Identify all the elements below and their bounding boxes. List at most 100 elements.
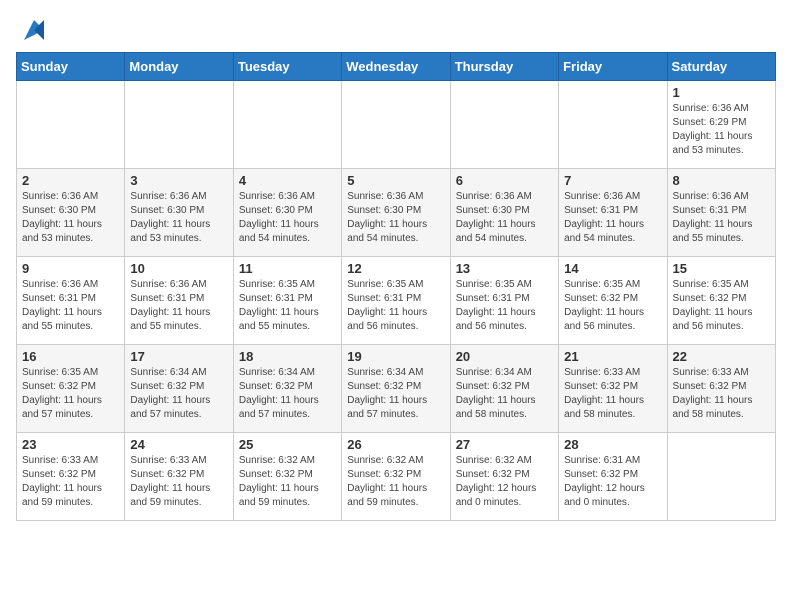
calendar-cell: 9 Sunrise: 6:36 AMSunset: 6:31 PMDaylight… xyxy=(17,257,125,345)
calendar-cell: 19 Sunrise: 6:34 AMSunset: 6:32 PMDayligh… xyxy=(342,345,450,433)
day-info: Sunrise: 6:32 AMSunset: 6:32 PMDaylight:… xyxy=(456,454,553,510)
weekday-friday: Friday xyxy=(559,53,667,81)
day-number: 5 xyxy=(347,173,444,188)
week-row-4: 16Sunrise: 6:35 AMSunset: 6:32 PMDayligh… xyxy=(17,345,776,433)
day-number: 11 xyxy=(239,261,336,276)
day-info: Sunrise: 6:36 AMSunset: 6:31 PMDaylight:… xyxy=(564,190,661,246)
day-number: 26 xyxy=(347,437,444,452)
day-info: Sunrise: 6:34 AMSunset: 6:32 PMDaylight:… xyxy=(239,366,336,422)
calendar-cell xyxy=(667,433,775,521)
day-info: Sunrise: 6:35 AMSunset: 6:31 PMDaylight:… xyxy=(239,278,336,334)
day-number: 25 xyxy=(239,437,336,452)
day-info: Sunrise: 6:36 AMSunset: 6:30 PMDaylight:… xyxy=(239,190,336,246)
day-number: 10 xyxy=(130,261,227,276)
day-number: 23 xyxy=(22,437,119,452)
day-number: 8 xyxy=(673,173,770,188)
week-row-3: 9 Sunrise: 6:36 AMSunset: 6:31 PMDaylight… xyxy=(17,257,776,345)
day-info: Sunrise: 6:36 AMSunset: 6:29 PMDaylight:… xyxy=(673,102,770,158)
calendar-cell xyxy=(342,81,450,169)
day-number: 15 xyxy=(673,261,770,276)
day-number: 28 xyxy=(564,437,661,452)
calendar-cell: 4 Sunrise: 6:36 AMSunset: 6:30 PMDaylight… xyxy=(233,169,341,257)
day-info: Sunrise: 6:35 AMSunset: 6:32 PMDaylight:… xyxy=(22,366,119,422)
weekday-saturday: Saturday xyxy=(667,53,775,81)
calendar-cell: 10 Sunrise: 6:36 AMSunset: 6:31 PMDayligh… xyxy=(125,257,233,345)
calendar-cell: 20Sunrise: 6:34 AMSunset: 6:32 PMDayligh… xyxy=(450,345,558,433)
day-info: Sunrise: 6:36 AMSunset: 6:30 PMDaylight:… xyxy=(347,190,444,246)
day-number: 18 xyxy=(239,349,336,364)
day-number: 19 xyxy=(347,349,444,364)
calendar-cell: 22 Sunrise: 6:33 AMSunset: 6:32 PMDayligh… xyxy=(667,345,775,433)
day-number: 3 xyxy=(130,173,227,188)
weekday-header-row: SundayMondayTuesdayWednesdayThursdayFrid… xyxy=(17,53,776,81)
day-info: Sunrise: 6:32 AMSunset: 6:32 PMDaylight:… xyxy=(239,454,336,510)
day-info: Sunrise: 6:32 AMSunset: 6:32 PMDaylight:… xyxy=(347,454,444,510)
day-number: 20 xyxy=(456,349,553,364)
calendar-cell: 24 Sunrise: 6:33 AMSunset: 6:32 PMDayligh… xyxy=(125,433,233,521)
day-info: Sunrise: 6:36 AMSunset: 6:31 PMDaylight:… xyxy=(130,278,227,334)
weekday-monday: Monday xyxy=(125,53,233,81)
day-number: 9 xyxy=(22,261,119,276)
logo-icon xyxy=(20,16,48,44)
day-info: Sunrise: 6:36 AMSunset: 6:30 PMDaylight:… xyxy=(456,190,553,246)
calendar-cell: 7 Sunrise: 6:36 AMSunset: 6:31 PMDaylight… xyxy=(559,169,667,257)
header xyxy=(16,16,776,44)
calendar-cell: 16Sunrise: 6:35 AMSunset: 6:32 PMDayligh… xyxy=(17,345,125,433)
weekday-sunday: Sunday xyxy=(17,53,125,81)
day-number: 2 xyxy=(22,173,119,188)
day-info: Sunrise: 6:34 AMSunset: 6:32 PMDaylight:… xyxy=(347,366,444,422)
week-row-1: 1 Sunrise: 6:36 AMSunset: 6:29 PMDaylight… xyxy=(17,81,776,169)
day-number: 27 xyxy=(456,437,553,452)
calendar-cell: 27 Sunrise: 6:32 AMSunset: 6:32 PMDayligh… xyxy=(450,433,558,521)
day-info: Sunrise: 6:35 AMSunset: 6:32 PMDaylight:… xyxy=(564,278,661,334)
calendar-cell: 25 Sunrise: 6:32 AMSunset: 6:32 PMDayligh… xyxy=(233,433,341,521)
calendar-cell: 1 Sunrise: 6:36 AMSunset: 6:29 PMDaylight… xyxy=(667,81,775,169)
weekday-tuesday: Tuesday xyxy=(233,53,341,81)
calendar-cell: 11 Sunrise: 6:35 AMSunset: 6:31 PMDayligh… xyxy=(233,257,341,345)
day-info: Sunrise: 6:33 AMSunset: 6:32 PMDaylight:… xyxy=(564,366,661,422)
calendar-cell xyxy=(125,81,233,169)
calendar-cell: 15 Sunrise: 6:35 AMSunset: 6:32 PMDayligh… xyxy=(667,257,775,345)
day-info: Sunrise: 6:31 AMSunset: 6:32 PMDaylight:… xyxy=(564,454,661,510)
day-info: Sunrise: 6:33 AMSunset: 6:32 PMDaylight:… xyxy=(130,454,227,510)
calendar-cell: 13 Sunrise: 6:35 AMSunset: 6:31 PMDayligh… xyxy=(450,257,558,345)
day-info: Sunrise: 6:33 AMSunset: 6:32 PMDaylight:… xyxy=(673,366,770,422)
day-number: 22 xyxy=(673,349,770,364)
weekday-thursday: Thursday xyxy=(450,53,558,81)
day-info: Sunrise: 6:34 AMSunset: 6:32 PMDaylight:… xyxy=(130,366,227,422)
week-row-5: 23 Sunrise: 6:33 AMSunset: 6:32 PMDayligh… xyxy=(17,433,776,521)
weekday-wednesday: Wednesday xyxy=(342,53,450,81)
day-number: 6 xyxy=(456,173,553,188)
day-number: 7 xyxy=(564,173,661,188)
calendar-cell xyxy=(450,81,558,169)
calendar-cell: 3Sunrise: 6:36 AMSunset: 6:30 PMDaylight… xyxy=(125,169,233,257)
calendar-cell: 6 Sunrise: 6:36 AMSunset: 6:30 PMDaylight… xyxy=(450,169,558,257)
calendar-page: SundayMondayTuesdayWednesdayThursdayFrid… xyxy=(0,0,792,537)
day-info: Sunrise: 6:36 AMSunset: 6:31 PMDaylight:… xyxy=(673,190,770,246)
calendar-cell xyxy=(233,81,341,169)
calendar-cell: 28 Sunrise: 6:31 AMSunset: 6:32 PMDayligh… xyxy=(559,433,667,521)
day-number: 14 xyxy=(564,261,661,276)
day-info: Sunrise: 6:35 AMSunset: 6:31 PMDaylight:… xyxy=(347,278,444,334)
calendar-cell: 5 Sunrise: 6:36 AMSunset: 6:30 PMDaylight… xyxy=(342,169,450,257)
calendar-cell: 2 Sunrise: 6:36 AMSunset: 6:30 PMDaylight… xyxy=(17,169,125,257)
calendar-cell xyxy=(559,81,667,169)
calendar-cell: 17 Sunrise: 6:34 AMSunset: 6:32 PMDayligh… xyxy=(125,345,233,433)
calendar-cell: 12Sunrise: 6:35 AMSunset: 6:31 PMDayligh… xyxy=(342,257,450,345)
calendar-cell: 23Sunrise: 6:33 AMSunset: 6:32 PMDayligh… xyxy=(17,433,125,521)
day-number: 21 xyxy=(564,349,661,364)
day-number: 4 xyxy=(239,173,336,188)
week-row-2: 2 Sunrise: 6:36 AMSunset: 6:30 PMDaylight… xyxy=(17,169,776,257)
day-number: 1 xyxy=(673,85,770,100)
day-info: Sunrise: 6:36 AMSunset: 6:30 PMDaylight:… xyxy=(22,190,119,246)
day-number: 17 xyxy=(130,349,227,364)
calendar-table: SundayMondayTuesdayWednesdayThursdayFrid… xyxy=(16,52,776,521)
day-info: Sunrise: 6:35 AMSunset: 6:32 PMDaylight:… xyxy=(673,278,770,334)
day-info: Sunrise: 6:35 AMSunset: 6:31 PMDaylight:… xyxy=(456,278,553,334)
calendar-cell: 8 Sunrise: 6:36 AMSunset: 6:31 PMDaylight… xyxy=(667,169,775,257)
day-number: 24 xyxy=(130,437,227,452)
day-info: Sunrise: 6:36 AMSunset: 6:31 PMDaylight:… xyxy=(22,278,119,334)
calendar-cell: 21 Sunrise: 6:33 AMSunset: 6:32 PMDayligh… xyxy=(559,345,667,433)
calendar-cell: 18 Sunrise: 6:34 AMSunset: 6:32 PMDayligh… xyxy=(233,345,341,433)
day-number: 13 xyxy=(456,261,553,276)
